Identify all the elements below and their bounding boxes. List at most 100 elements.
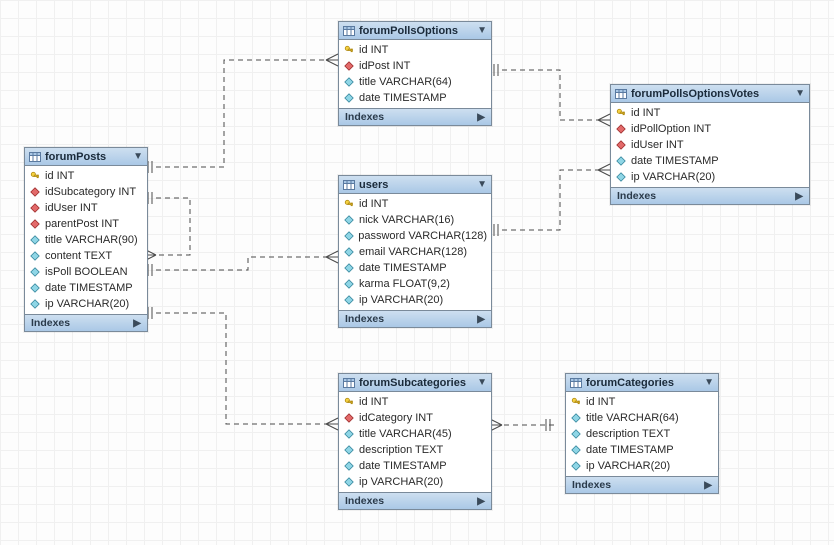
expand-icon[interactable]: ▶ bbox=[795, 191, 803, 202]
column-row[interactable]: title VARCHAR(45) bbox=[339, 426, 491, 442]
column-row[interactable]: id INT bbox=[339, 42, 491, 58]
indexes-section[interactable]: Indexes ▶ bbox=[339, 492, 491, 509]
column-text: id INT bbox=[45, 170, 74, 182]
column-text: idUser INT bbox=[45, 202, 98, 214]
collapse-icon[interactable]: ▼ bbox=[477, 25, 487, 36]
table-header[interactable]: forumPollsOptionsVotes ▼ bbox=[611, 85, 809, 103]
column-row[interactable]: parentPost INT bbox=[25, 216, 147, 232]
pk-icon bbox=[343, 198, 355, 210]
column-row[interactable]: date TIMESTAMP bbox=[339, 90, 491, 106]
table-icon bbox=[343, 25, 355, 37]
expand-icon[interactable]: ▶ bbox=[477, 496, 485, 507]
pk-icon bbox=[343, 396, 355, 408]
indexes-section[interactable]: Indexes ▶ bbox=[339, 108, 491, 125]
col-icon bbox=[615, 155, 627, 167]
indexes-section[interactable]: Indexes ▶ bbox=[339, 310, 491, 327]
indexes-section[interactable]: Indexes ▶ bbox=[566, 476, 718, 493]
column-row[interactable]: date TIMESTAMP bbox=[339, 458, 491, 474]
column-row[interactable]: idSubcategory INT bbox=[25, 184, 147, 200]
column-text: date TIMESTAMP bbox=[631, 155, 719, 167]
table-header[interactable]: forumSubcategories ▼ bbox=[339, 374, 491, 392]
indexes-label: Indexes bbox=[345, 313, 384, 325]
column-row[interactable]: id INT bbox=[25, 168, 147, 184]
column-row[interactable]: password VARCHAR(128) bbox=[339, 228, 491, 244]
column-row[interactable]: content TEXT bbox=[25, 248, 147, 264]
column-text: isPoll BOOLEAN bbox=[45, 266, 128, 278]
table-icon bbox=[343, 377, 355, 389]
column-row[interactable]: ip VARCHAR(20) bbox=[611, 169, 809, 185]
collapse-icon[interactable]: ▼ bbox=[795, 88, 805, 99]
column-text: karma FLOAT(9,2) bbox=[359, 278, 450, 290]
column-text: date TIMESTAMP bbox=[359, 460, 447, 472]
col-icon bbox=[29, 266, 41, 278]
col-icon bbox=[570, 444, 582, 456]
column-row[interactable]: id INT bbox=[611, 105, 809, 121]
col-icon bbox=[29, 234, 41, 246]
expand-icon[interactable]: ▶ bbox=[477, 112, 485, 123]
table-header[interactable]: forumPollsOptions ▼ bbox=[339, 22, 491, 40]
collapse-icon[interactable]: ▼ bbox=[133, 151, 143, 162]
collapse-icon[interactable]: ▼ bbox=[477, 377, 487, 388]
col-icon bbox=[343, 230, 354, 242]
column-text: date TIMESTAMP bbox=[586, 444, 674, 456]
column-row[interactable]: date TIMESTAMP bbox=[611, 153, 809, 169]
column-text: id INT bbox=[586, 396, 615, 408]
column-row[interactable]: isPoll BOOLEAN bbox=[25, 264, 147, 280]
columns-list: id INTidPollOption INT idUser INT date TIM… bbox=[611, 103, 809, 187]
column-row[interactable]: email VARCHAR(128) bbox=[339, 244, 491, 260]
collapse-icon[interactable]: ▼ bbox=[704, 377, 714, 388]
column-text: title VARCHAR(90) bbox=[45, 234, 138, 246]
column-row[interactable]: idPost INT bbox=[339, 58, 491, 74]
table-icon bbox=[343, 179, 355, 191]
column-row[interactable]: karma FLOAT(9,2) bbox=[339, 276, 491, 292]
table-header[interactable]: forumPosts ▼ bbox=[25, 148, 147, 166]
table-users[interactable]: users ▼ id INTnick VARCHAR(16)password V… bbox=[338, 175, 492, 328]
column-row[interactable]: id INT bbox=[339, 394, 491, 410]
column-row[interactable]: ip VARCHAR(20) bbox=[25, 296, 147, 312]
column-row[interactable]: title VARCHAR(64) bbox=[566, 410, 718, 426]
column-text: ip VARCHAR(20) bbox=[586, 460, 670, 472]
column-text: idSubcategory INT bbox=[45, 186, 136, 198]
column-row[interactable]: ip VARCHAR(20) bbox=[339, 292, 491, 308]
collapse-icon[interactable]: ▼ bbox=[477, 179, 487, 190]
column-text: ip VARCHAR(20) bbox=[359, 476, 443, 488]
table-header[interactable]: forumCategories ▼ bbox=[566, 374, 718, 392]
column-row[interactable]: description TEXT bbox=[339, 442, 491, 458]
column-text: idPost INT bbox=[359, 60, 410, 72]
pk-icon bbox=[570, 396, 582, 408]
column-row[interactable]: ip VARCHAR(20) bbox=[566, 458, 718, 474]
column-text: idCategory INT bbox=[359, 412, 433, 424]
column-row[interactable]: id INT bbox=[339, 196, 491, 212]
column-row[interactable]: title VARCHAR(90) bbox=[25, 232, 147, 248]
expand-icon[interactable]: ▶ bbox=[133, 318, 141, 329]
column-row[interactable]: idUser INT bbox=[611, 137, 809, 153]
indexes-section[interactable]: Indexes ▶ bbox=[611, 187, 809, 204]
table-forumPosts[interactable]: forumPosts ▼ id INT idSubcategory INT idUs… bbox=[24, 147, 148, 332]
column-row[interactable]: date TIMESTAMP bbox=[566, 442, 718, 458]
table-forumSubcategories[interactable]: forumSubcategories ▼ id INT idCategory IN… bbox=[338, 373, 492, 510]
column-row[interactable]: idCategory INT bbox=[339, 410, 491, 426]
table-forumPollsOptionsVotes[interactable]: forumPollsOptionsVotes ▼ id INTidPollOpt… bbox=[610, 84, 810, 205]
table-title: users bbox=[359, 179, 473, 191]
column-text: description TEXT bbox=[359, 444, 443, 456]
column-row[interactable]: idUser INT bbox=[25, 200, 147, 216]
expand-icon[interactable]: ▶ bbox=[477, 314, 485, 325]
table-title: forumSubcategories bbox=[359, 377, 473, 389]
columns-list: id INT title VARCHAR(64)description TEXT d… bbox=[566, 392, 718, 476]
column-row[interactable]: idPollOption INT bbox=[611, 121, 809, 137]
column-row[interactable]: title VARCHAR(64) bbox=[339, 74, 491, 90]
table-forumCategories[interactable]: forumCategories ▼ id INT title VARCHAR(64… bbox=[565, 373, 719, 494]
column-row[interactable]: nick VARCHAR(16) bbox=[339, 212, 491, 228]
column-row[interactable]: date TIMESTAMP bbox=[25, 280, 147, 296]
expand-icon[interactable]: ▶ bbox=[704, 480, 712, 491]
column-row[interactable]: ip VARCHAR(20) bbox=[339, 474, 491, 490]
column-row[interactable]: description TEXT bbox=[566, 426, 718, 442]
column-row[interactable]: date TIMESTAMP bbox=[339, 260, 491, 276]
column-row[interactable]: id INT bbox=[566, 394, 718, 410]
table-header[interactable]: users ▼ bbox=[339, 176, 491, 194]
pk-icon bbox=[343, 44, 355, 56]
table-title: forumPollsOptions bbox=[359, 25, 473, 37]
column-text: idUser INT bbox=[631, 139, 684, 151]
table-forumPollsOptions[interactable]: forumPollsOptions ▼ id INT idPost INT titl… bbox=[338, 21, 492, 126]
indexes-section[interactable]: Indexes ▶ bbox=[25, 314, 147, 331]
